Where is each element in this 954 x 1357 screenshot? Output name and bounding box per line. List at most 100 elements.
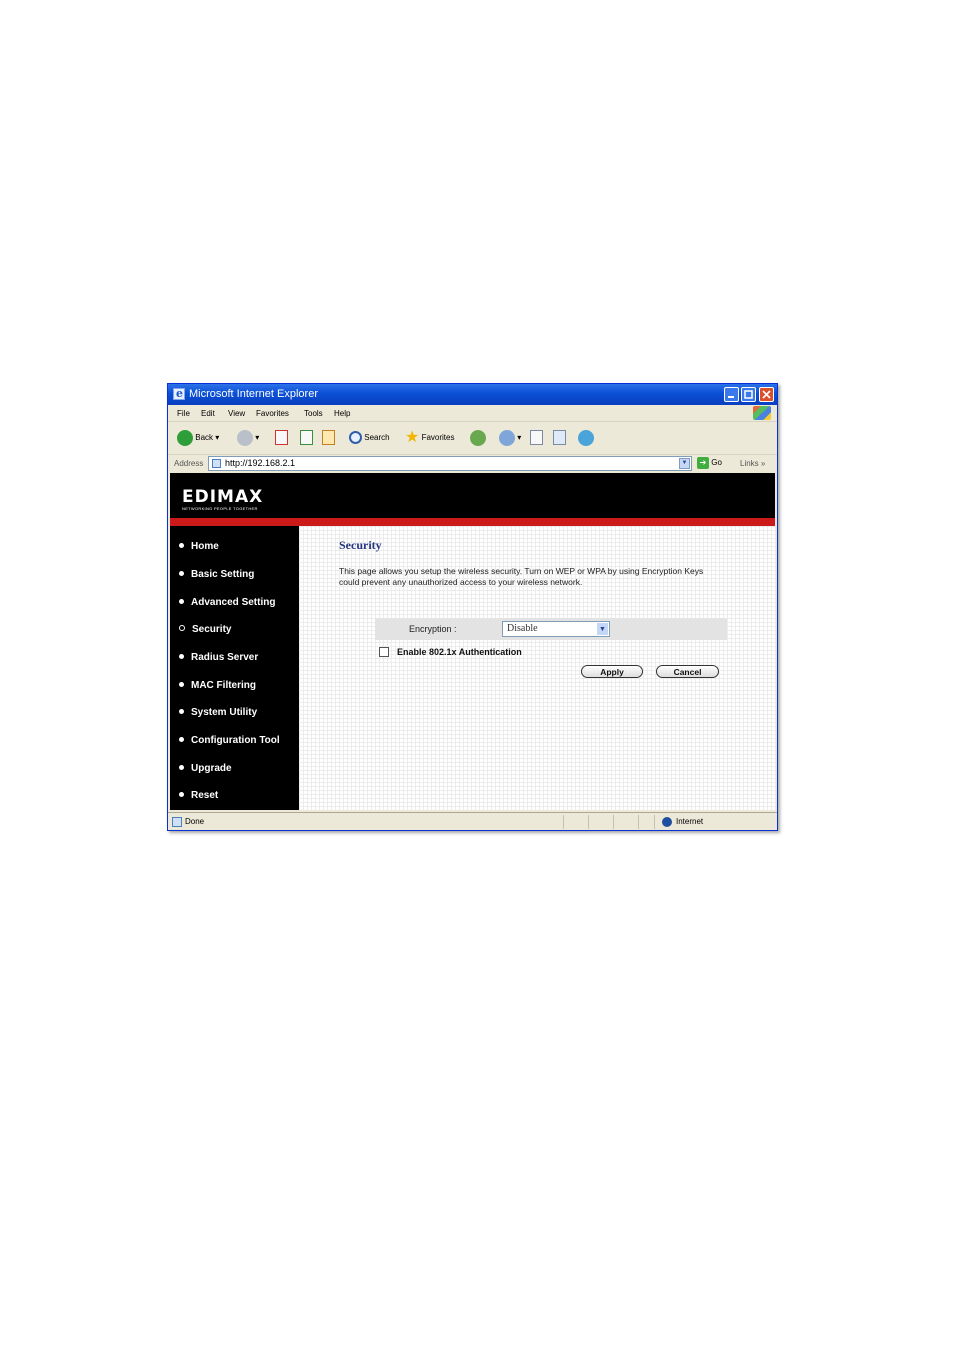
maximize-icon bbox=[744, 390, 753, 399]
browser-window: Microsoft Internet Explorer File Edit Vi… bbox=[167, 383, 778, 831]
address-bar: Address http://192.168.2.1 ▼ ➔ Go Links … bbox=[168, 455, 777, 473]
page-title: Security bbox=[339, 538, 382, 552]
menu-view[interactable]: View bbox=[228, 409, 245, 418]
edit-icon bbox=[553, 430, 566, 446]
bullet-icon bbox=[179, 653, 184, 659]
sidebar-item-label: Radius Server bbox=[191, 652, 259, 663]
print-icon bbox=[530, 430, 543, 446]
enable-8021x-row: Enable 802.1x Authentication bbox=[379, 646, 522, 658]
stop-button[interactable] bbox=[275, 429, 288, 447]
mail-button[interactable]: ▾ bbox=[499, 429, 521, 447]
sidebar-item-label: Reset bbox=[191, 790, 219, 801]
header-divider bbox=[170, 518, 775, 526]
enable-8021x-checkbox[interactable] bbox=[379, 646, 389, 657]
close-icon bbox=[762, 390, 771, 399]
go-label: Go bbox=[711, 458, 722, 468]
main-content: Security This page allows you setup the … bbox=[299, 526, 775, 810]
home-icon bbox=[322, 430, 335, 446]
toolbar: Back ▾ ▾ Search ★ Favorites ▾ bbox=[168, 422, 777, 455]
menu-bar: File Edit View Favorites Tools Help bbox=[168, 405, 777, 422]
status-divider bbox=[588, 815, 589, 829]
chevron-down-icon[interactable]: ▼ bbox=[679, 458, 690, 469]
sidebar-item-configuration-tool[interactable]: Configuration Tool bbox=[179, 735, 280, 746]
messenger-icon bbox=[578, 429, 594, 446]
back-arrow-icon bbox=[177, 429, 193, 446]
sidebar-item-reset[interactable]: Reset bbox=[179, 790, 218, 801]
status-divider bbox=[563, 815, 564, 829]
sidebar-item-basic-setting[interactable]: Basic Setting bbox=[179, 569, 254, 580]
bullet-icon bbox=[179, 791, 184, 797]
internet-globe-icon bbox=[662, 817, 672, 827]
print-button[interactable] bbox=[530, 429, 543, 447]
history-button[interactable] bbox=[470, 429, 486, 447]
minimize-button[interactable] bbox=[724, 387, 739, 402]
history-icon bbox=[470, 429, 486, 446]
sidebar-item-label: Upgrade bbox=[191, 763, 232, 774]
bullet-icon bbox=[179, 708, 184, 714]
title-bar[interactable]: Microsoft Internet Explorer bbox=[168, 383, 777, 405]
sidebar-item-label: Configuration Tool bbox=[191, 735, 280, 746]
header-banner: EDIMAX NETWORKING PEOPLE TOGETHER bbox=[170, 473, 775, 518]
favorites-button[interactable]: ★ Favorites bbox=[405, 429, 454, 447]
refresh-icon bbox=[300, 430, 313, 446]
chevron-down-icon: ▼ bbox=[597, 623, 608, 635]
sidebar-item-label: Home bbox=[191, 541, 219, 552]
menu-help[interactable]: Help bbox=[334, 409, 350, 418]
sidebar-item-radius-server[interactable]: Radius Server bbox=[179, 652, 258, 663]
sidebar-item-advanced-setting[interactable]: Advanced Setting bbox=[179, 597, 275, 608]
sidebar-item-security[interactable]: Security bbox=[179, 624, 231, 635]
messenger-button[interactable] bbox=[578, 429, 594, 447]
menu-edit[interactable]: Edit bbox=[201, 409, 215, 418]
close-button[interactable] bbox=[759, 387, 774, 402]
edit-button[interactable] bbox=[553, 429, 566, 447]
encryption-label: Encryption : bbox=[409, 624, 457, 634]
star-icon: ★ bbox=[405, 429, 420, 446]
bullet-icon bbox=[179, 681, 184, 687]
forward-button[interactable]: ▾ bbox=[237, 429, 259, 447]
minimize-icon bbox=[728, 396, 734, 398]
enable-8021x-label: Enable 802.1x Authentication bbox=[397, 647, 522, 657]
stop-icon bbox=[275, 430, 288, 446]
bullet-icon bbox=[179, 764, 184, 770]
status-text: Done bbox=[185, 817, 205, 826]
links-button[interactable]: Links » bbox=[740, 459, 765, 468]
security-zone: Internet bbox=[676, 817, 704, 826]
page-description: This page allows you setup the wireless … bbox=[339, 566, 704, 587]
home-button[interactable] bbox=[322, 429, 335, 447]
go-button[interactable]: ➔ Go bbox=[697, 457, 722, 469]
logo-tagline: NETWORKING PEOPLE TOGETHER bbox=[182, 506, 258, 511]
refresh-button[interactable] bbox=[300, 429, 313, 447]
encryption-row: Encryption : Disable ▼ bbox=[375, 618, 727, 640]
window-title: Microsoft Internet Explorer bbox=[189, 388, 318, 400]
search-button[interactable]: Search bbox=[349, 429, 390, 447]
back-button[interactable]: Back ▾ bbox=[177, 429, 219, 447]
links-label: Links bbox=[740, 459, 759, 468]
sidebar-item-mac-filtering[interactable]: MAC Filtering bbox=[179, 680, 256, 691]
edimax-logo: EDIMAX bbox=[182, 487, 264, 507]
mail-icon bbox=[499, 429, 515, 446]
apply-button[interactable]: Apply bbox=[581, 665, 643, 678]
sidebar-item-label: Security bbox=[192, 624, 232, 635]
menu-tools[interactable]: Tools bbox=[304, 409, 323, 418]
sidebar: Home Basic Setting Advanced Setting Secu… bbox=[170, 526, 299, 810]
status-divider bbox=[654, 815, 655, 829]
menu-favorites[interactable]: Favorites bbox=[256, 409, 289, 418]
bullet-icon bbox=[179, 570, 184, 576]
favorites-label: Favorites bbox=[421, 433, 455, 443]
search-icon bbox=[349, 431, 362, 445]
sidebar-item-system-utility[interactable]: System Utility bbox=[179, 707, 257, 718]
bullet-icon bbox=[179, 625, 185, 632]
address-input[interactable]: http://192.168.2.1 ▼ bbox=[208, 456, 692, 471]
sidebar-item-label: Basic Setting bbox=[191, 569, 255, 580]
bullet-icon bbox=[179, 542, 184, 548]
maximize-button[interactable] bbox=[741, 387, 756, 402]
encryption-value: Disable bbox=[507, 623, 538, 634]
status-divider bbox=[613, 815, 614, 829]
sidebar-item-upgrade[interactable]: Upgrade bbox=[179, 763, 232, 774]
sidebar-item-home[interactable]: Home bbox=[179, 541, 219, 552]
menu-file[interactable]: File bbox=[177, 409, 190, 418]
cancel-button[interactable]: Cancel bbox=[656, 665, 719, 678]
ie-icon bbox=[173, 383, 185, 404]
page-viewport: EDIMAX NETWORKING PEOPLE TOGETHER Home B… bbox=[170, 473, 775, 810]
encryption-select[interactable]: Disable ▼ bbox=[502, 621, 610, 637]
